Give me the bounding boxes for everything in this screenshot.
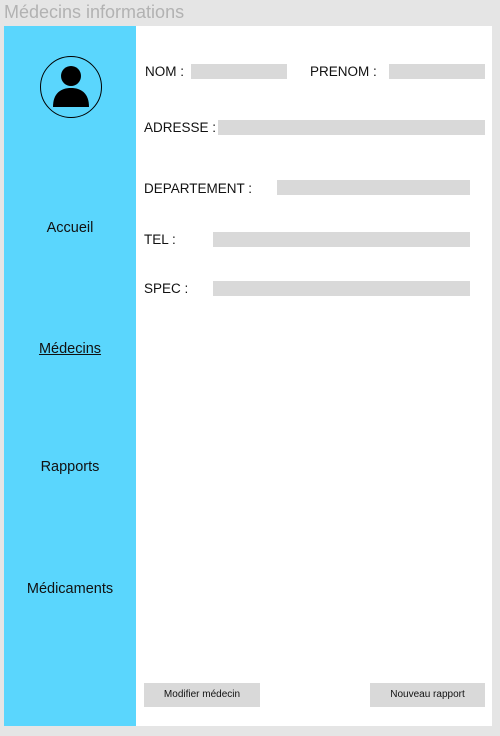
spec-field[interactable] (213, 281, 470, 296)
nom-field[interactable] (191, 64, 287, 79)
tel-field[interactable] (213, 232, 470, 247)
new-report-button[interactable]: Nouveau rapport (370, 683, 485, 707)
tel-label: TEL : (144, 232, 176, 247)
departement-field[interactable] (277, 180, 470, 195)
nom-label: NOM : (145, 64, 184, 79)
sidebar-item-medicaments[interactable]: Médicaments (4, 580, 136, 598)
adresse-field[interactable] (218, 120, 485, 135)
app-window: Médecins informations Accueil Médecins R… (0, 0, 500, 736)
sidebar-item-accueil[interactable]: Accueil (4, 219, 136, 237)
prenom-label: PRENOM : (310, 64, 377, 79)
user-avatar-icon[interactable] (40, 56, 102, 118)
doctor-details-panel: NOM : PRENOM : ADRESSE : DEPARTEMENT : T… (136, 26, 492, 726)
window-title: Médecins informations (4, 2, 185, 22)
prenom-field[interactable] (389, 64, 485, 79)
departement-label: DEPARTEMENT : (144, 181, 253, 196)
sidebar: Accueil Médecins Rapports Médicaments (4, 26, 136, 726)
sidebar-item-medecins[interactable]: Médecins (4, 340, 136, 358)
person-icon (53, 66, 89, 107)
sidebar-item-rapports[interactable]: Rapports (4, 458, 136, 476)
adresse-label: ADRESSE : (144, 120, 217, 135)
modify-doctor-button[interactable]: Modifier médecin (144, 683, 260, 707)
spec-label: SPEC : (144, 281, 189, 296)
